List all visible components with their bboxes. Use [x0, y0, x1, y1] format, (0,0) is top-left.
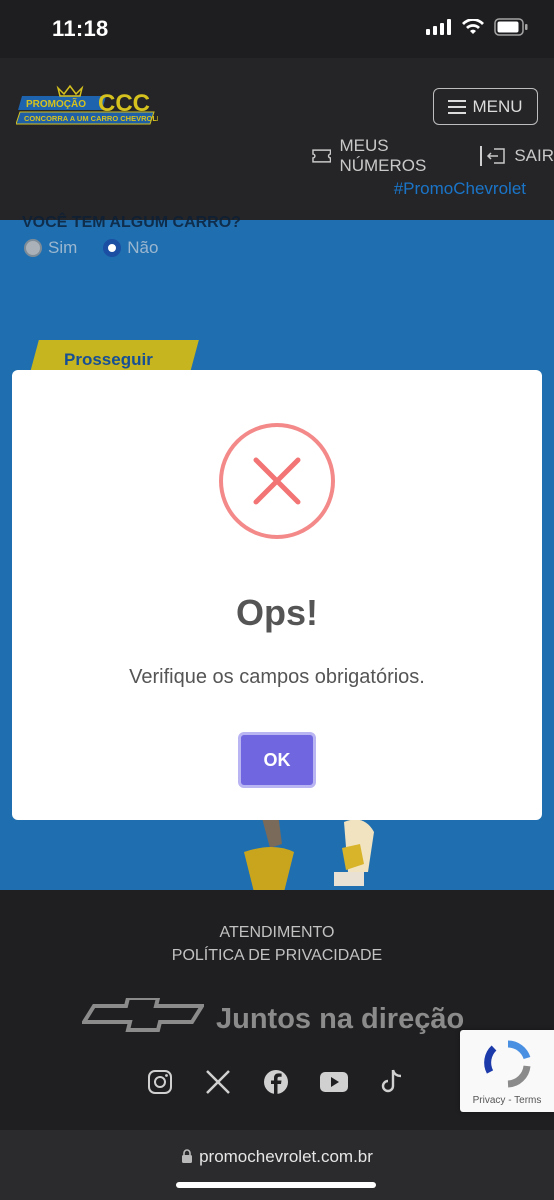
- footer-link-atendimento[interactable]: ATENDIMENTO: [0, 924, 554, 942]
- radio-sim[interactable]: Sim: [24, 238, 77, 258]
- battery-icon: [494, 18, 528, 36]
- car-question: VOCÊ TEM ALGUM CARRO?: [22, 214, 241, 231]
- url-display[interactable]: promochevrolet.com.br: [0, 1147, 554, 1167]
- logo-top-text: PROMOÇÃO: [26, 97, 86, 110]
- footer-link-privacy[interactable]: POLÍTICA DE PRIVACIDADE: [0, 947, 554, 965]
- car-radio-group: Sim Não: [24, 238, 158, 258]
- home-indicator[interactable]: [176, 1182, 376, 1188]
- radio-nao[interactable]: Não: [103, 238, 158, 258]
- social-links: [146, 1068, 406, 1096]
- lock-icon: [182, 1149, 193, 1163]
- dialog-title: Ops!: [235, 592, 318, 633]
- radio-sim-label: Sim: [48, 238, 78, 257]
- proceed-label: Prosseguir: [64, 350, 153, 369]
- my-numbers-link[interactable]: MEUS NÚMEROS: [312, 136, 476, 176]
- nav-divider: [480, 146, 483, 166]
- error-x-icon: [219, 423, 335, 539]
- recaptcha-badge[interactable]: Privacy - Terms: [460, 1030, 554, 1112]
- my-numbers-label: MEUS NÚMEROS: [339, 136, 427, 175]
- header-nav: MEUS NÚMEROS SAIR: [312, 136, 554, 175]
- hamburger-icon: [448, 99, 467, 114]
- menu-label: MENU: [472, 96, 523, 116]
- signal-icon: [426, 19, 451, 35]
- url-text: promochevrolet.com.br: [199, 1147, 373, 1166]
- radio-nao-dot[interactable]: [103, 239, 122, 257]
- brand-slogan: Juntos na direção: [216, 1002, 465, 1035]
- chevrolet-brand: Juntos na direção: [82, 998, 464, 1040]
- ok-button[interactable]: OK: [238, 732, 316, 788]
- status-icons: [426, 18, 528, 36]
- tiktok-icon[interactable]: [378, 1068, 406, 1096]
- browser-address-bar: promochevrolet.com.br: [0, 1130, 554, 1200]
- recaptcha-text[interactable]: Privacy - Terms: [460, 1095, 554, 1106]
- logout-label: SAIR: [514, 146, 554, 165]
- recaptcha-icon: [484, 1040, 531, 1088]
- logo-main-text: CCC: [98, 90, 150, 117]
- logout-link[interactable]: SAIR: [486, 146, 554, 166]
- facebook-icon[interactable]: [262, 1068, 290, 1096]
- chevrolet-bowtie-icon: [82, 998, 204, 1032]
- dialog-message: Verifique os campos obrigatórios.: [129, 666, 425, 688]
- instagram-icon[interactable]: [146, 1068, 174, 1096]
- promo-logo[interactable]: PROMOÇÃO CCC CONCORRA A UM CARRO CHEVROL…: [15, 84, 167, 128]
- radio-nao-label: Não: [127, 238, 159, 257]
- mascot-illustration: [244, 814, 374, 892]
- error-dialog: Ops! Verifique os campos obrigatórios. O…: [12, 370, 542, 820]
- wifi-icon: [462, 19, 484, 34]
- logout-icon: [487, 148, 506, 164]
- youtube-icon[interactable]: [320, 1068, 348, 1096]
- status-bar: 11:18: [0, 0, 554, 58]
- x-icon[interactable]: [204, 1068, 232, 1096]
- hashtag-link[interactable]: #PromoChevrolet: [394, 179, 526, 199]
- clock: 11:18: [52, 16, 109, 41]
- ticket-icon: [312, 149, 332, 163]
- logo-sub-text: CONCORRA A UM CARRO CHEVROLET: [24, 114, 158, 123]
- menu-button[interactable]: MENU: [433, 88, 538, 125]
- radio-sim-dot[interactable]: [24, 239, 42, 257]
